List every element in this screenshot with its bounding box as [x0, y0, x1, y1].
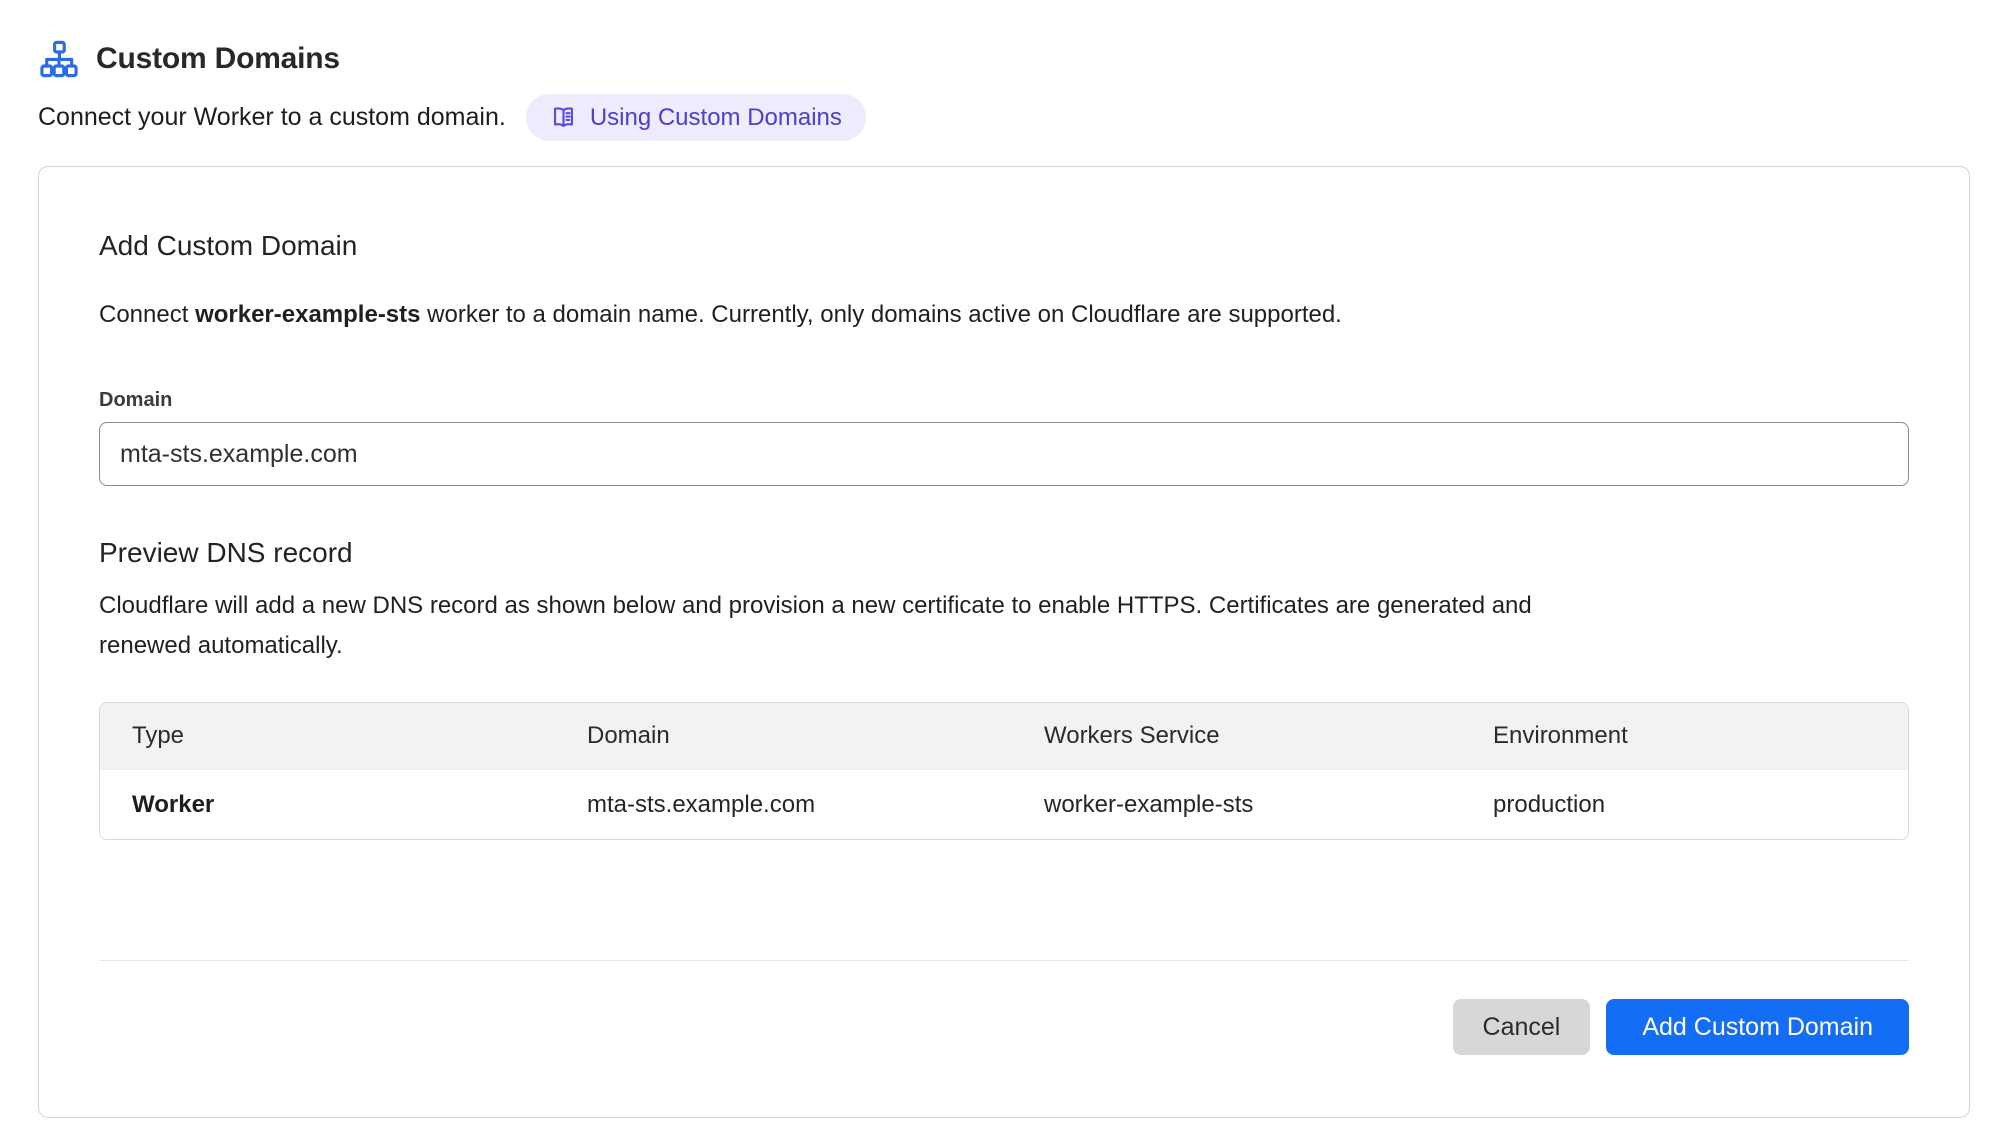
table-header-row: Type Domain Workers Service Environment	[100, 703, 1908, 769]
preview-dns-description: Cloudflare will add a new DNS record as …	[99, 586, 1559, 666]
column-header-environment: Environment	[1493, 722, 1908, 750]
footer-divider	[99, 960, 1909, 961]
worker-name: worker-example-sts	[195, 301, 420, 328]
domain-field-label: Domain	[99, 389, 1909, 412]
dialog-intro: Connect worker-example-sts worker to a d…	[99, 299, 1909, 331]
column-header-type: Type	[100, 722, 587, 750]
column-header-workers-service: Workers Service	[1044, 722, 1493, 750]
add-custom-domain-button[interactable]: Add Custom Domain	[1606, 999, 1909, 1055]
book-open-icon	[550, 104, 577, 131]
domain-input[interactable]	[99, 422, 1909, 486]
cell-workers-service: worker-example-sts	[1044, 791, 1493, 819]
add-custom-domain-card: Add Custom Domain Connect worker-example…	[38, 166, 1970, 1118]
page-subheader: Connect your Worker to a custom domain. …	[38, 94, 1970, 141]
dialog-actions: Cancel Add Custom Domain	[99, 999, 1909, 1055]
cancel-button[interactable]: Cancel	[1453, 999, 1591, 1055]
intro-suffix: worker to a domain name. Currently, only…	[421, 301, 1342, 328]
column-header-domain: Domain	[587, 722, 1044, 750]
cell-environment: production	[1493, 791, 1908, 819]
sitemap-icon	[38, 38, 80, 80]
dialog-title: Add Custom Domain	[99, 229, 1909, 263]
cell-type: Worker	[100, 791, 587, 819]
page-subtitle: Connect your Worker to a custom domain.	[38, 103, 506, 132]
preview-dns-title: Preview DNS record	[99, 536, 1909, 570]
page-header: Custom Domains	[38, 38, 1970, 80]
table-row: Worker mta-sts.example.com worker-exampl…	[100, 769, 1908, 839]
docs-link-badge[interactable]: Using Custom Domains	[526, 94, 866, 141]
cell-domain: mta-sts.example.com	[587, 791, 1044, 819]
dns-preview-table: Type Domain Workers Service Environment …	[99, 702, 1909, 840]
docs-link-label: Using Custom Domains	[590, 104, 842, 132]
page-title: Custom Domains	[96, 42, 340, 76]
intro-prefix: Connect	[99, 301, 195, 328]
